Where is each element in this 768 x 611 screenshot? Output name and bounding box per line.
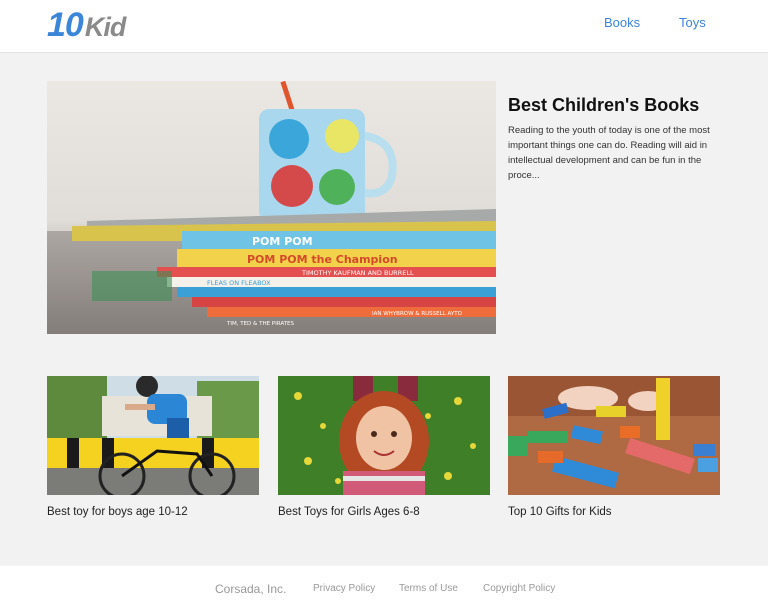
site-footer: Corsada, Inc. Privacy Policy Terms of Us… (0, 566, 768, 611)
book-spine-3: TIMOTHY KAUFMAN AND BURRELL (301, 269, 414, 277)
logo-word: Kid (84, 12, 126, 42)
card-title-girls[interactable]: Best Toys for Girls Ages 6-8 (278, 506, 420, 518)
site-logo[interactable]: 10 Kid (47, 6, 126, 44)
book-spine-1: POM POM (252, 235, 313, 248)
book-spine-4: FLEAS ON FLEABOX (207, 279, 271, 287)
site-header: 10 Kid Books Toys (0, 0, 768, 53)
nav-toys-link[interactable]: Toys (679, 15, 706, 30)
card-title-boys[interactable]: Best toy for boys age 10-12 (47, 506, 188, 518)
card-image-girls[interactable] (278, 376, 490, 495)
book-spine-6: IAN WHYBROW & RUSSELL AYTO (372, 311, 463, 317)
nav-books-link[interactable]: Books (604, 15, 640, 30)
footer-copyright-link[interactable]: Copyright Policy (483, 583, 555, 594)
book-spine-5: TIM, TED & THE PIRATES (226, 321, 295, 327)
footer-terms-link[interactable]: Terms of Use (399, 583, 458, 594)
card-image-boys[interactable] (47, 376, 259, 495)
footer-company: Corsada, Inc. (215, 582, 287, 596)
card-image-gifts[interactable] (508, 376, 720, 495)
book-spine-2: POM POM the Champion (247, 253, 398, 266)
featured-title[interactable]: Best Children's Books (508, 95, 699, 116)
card-title-gifts[interactable]: Top 10 Gifts for Kids (508, 506, 612, 518)
featured-image[interactable]: POM POM POM POM the Champion TIMOTHY KAU… (47, 81, 496, 334)
logo-number: 10 (47, 6, 84, 44)
footer-privacy-link[interactable]: Privacy Policy (313, 583, 375, 594)
featured-excerpt: Reading to the youth of today is one of … (508, 125, 710, 181)
